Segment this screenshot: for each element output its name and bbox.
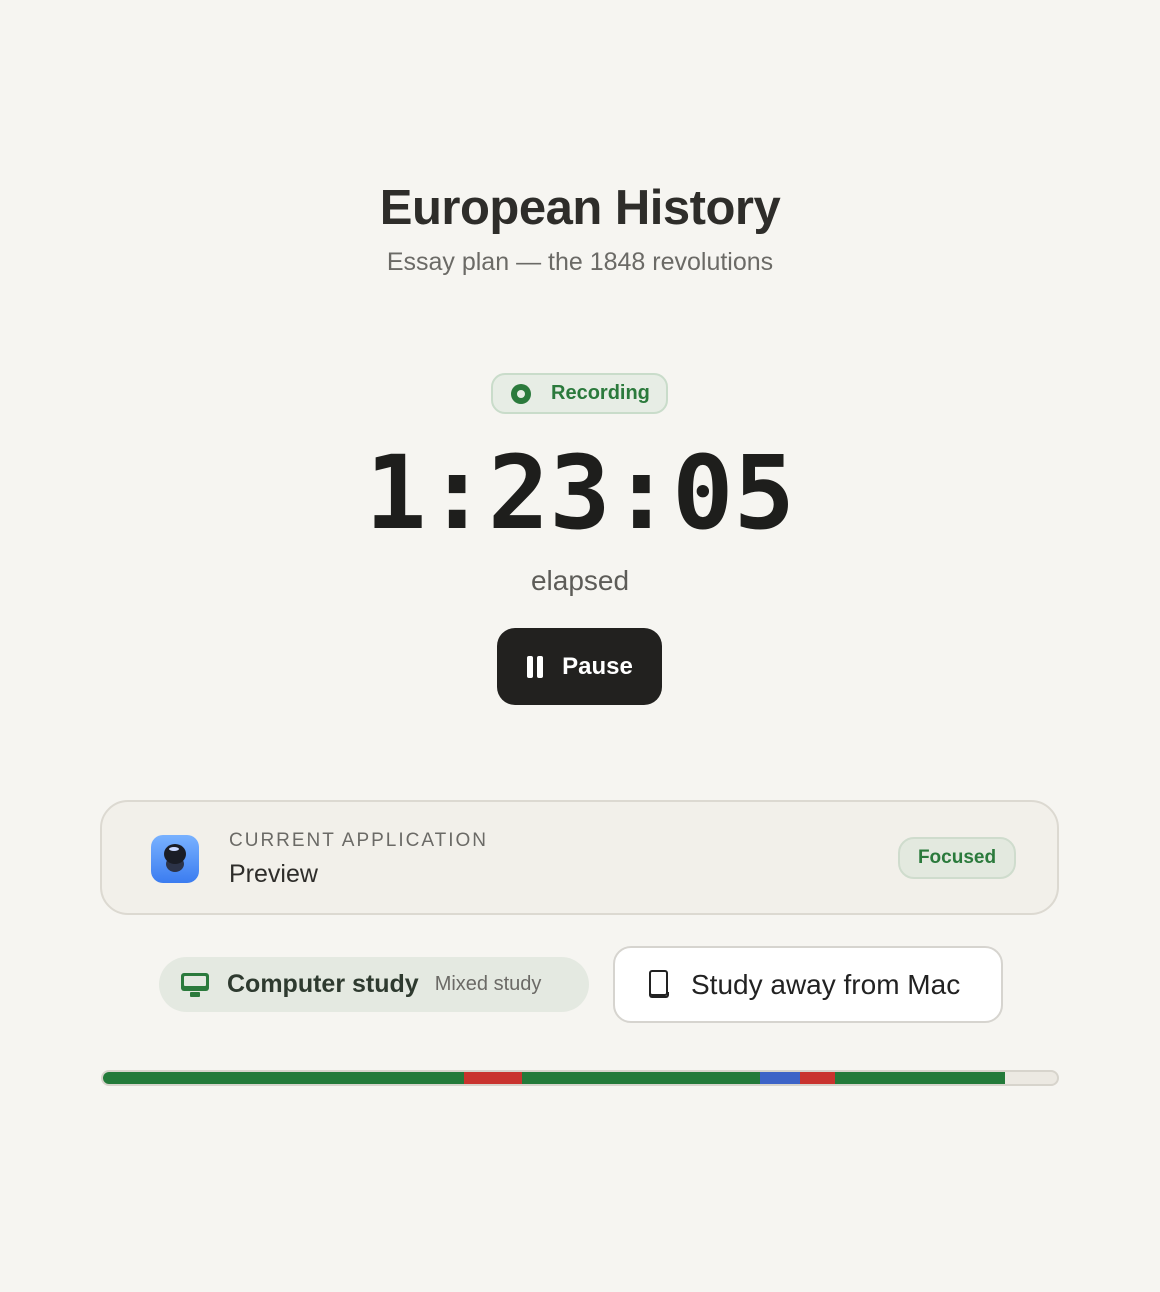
preview-app-icon	[151, 835, 199, 883]
timeline-segment-distracted	[463, 1072, 522, 1084]
page-title: European History	[379, 181, 781, 235]
timeline-segments	[103, 1072, 1057, 1084]
page-subtitle: Essay plan — the 1848 revolutions	[386, 248, 774, 276]
elapsed-timer: 1:23:05	[365, 434, 795, 553]
current-application-heading: CURRENT APPLICATION	[229, 830, 489, 851]
session-timeline-bar	[101, 1070, 1059, 1086]
computer-study-label: Computer study	[227, 970, 419, 998]
current-application-card: CURRENT APPLICATION Preview Focused	[100, 800, 1059, 915]
timeline-segment-focused	[103, 1072, 464, 1084]
pause-button[interactable]: Pause	[497, 628, 662, 705]
pause-icon	[526, 655, 544, 678]
study-away-from-mac-button[interactable]: Study away from Mac	[613, 946, 1003, 1023]
mixed-study-label: Mixed study	[434, 973, 542, 995]
timeline-segment-focused	[521, 1072, 761, 1084]
study-away-label: Study away from Mac	[691, 968, 961, 1000]
timer-caption: elapsed	[530, 565, 630, 596]
focus-status-badge: Focused	[898, 837, 1016, 879]
timeline-segment-away	[760, 1072, 801, 1084]
monitor-icon	[181, 972, 209, 997]
pause-button-label: Pause	[562, 652, 633, 680]
current-application-name: Preview	[229, 860, 318, 888]
timeline-segment-focused	[834, 1072, 1006, 1084]
timeline-segment-distracted	[800, 1072, 835, 1084]
recording-status-label: Recording	[551, 382, 650, 404]
computer-study-mode-button[interactable]: Computer study Mixed study	[159, 957, 589, 1012]
record-dot-icon	[511, 383, 531, 404]
book-icon	[647, 969, 671, 1000]
recording-status-badge: Recording	[491, 373, 668, 414]
